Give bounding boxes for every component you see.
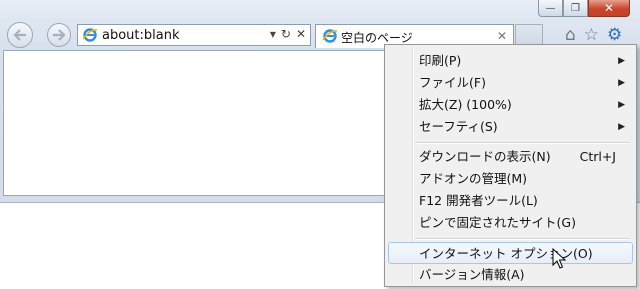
- menu-item-manage-addons[interactable]: アドオンの管理(M): [388, 168, 633, 190]
- close-window-button[interactable]: ✕: [588, 0, 630, 17]
- arrow-right-icon: [53, 29, 66, 41]
- menu-item-safety[interactable]: セーフティ(S) ▶: [388, 116, 633, 138]
- forward-button[interactable]: [47, 23, 71, 47]
- menu-item-label: ピンで固定されたサイト(G): [419, 215, 576, 230]
- menu-item-developer-tools[interactable]: F12 開発者ツール(L): [388, 190, 633, 212]
- menu-item-print[interactable]: 印刷(P) ▶: [388, 50, 633, 72]
- menu-item-label: インターネット オプション(O): [419, 246, 593, 261]
- refresh-icon[interactable]: ↻: [281, 27, 291, 41]
- home-icon[interactable]: ⌂: [565, 25, 576, 45]
- submenu-arrow-icon: ▶: [618, 56, 625, 66]
- tab-close-icon[interactable]: ✕: [497, 29, 507, 43]
- menu-item-shortcut: Ctrl+J: [579, 149, 616, 164]
- minimize-button[interactable]: —: [538, 0, 563, 17]
- stop-icon[interactable]: ✕: [296, 27, 306, 41]
- menu-item-file[interactable]: ファイル(F) ▶: [388, 72, 633, 94]
- menu-item-internet-options[interactable]: インターネット オプション(O): [388, 242, 633, 264]
- menu-item-zoom[interactable]: 拡大(Z) (100%) ▶: [388, 94, 633, 116]
- menu-item-label: アドオンの管理(M): [419, 171, 528, 186]
- submenu-arrow-icon: ▶: [618, 122, 625, 132]
- submenu-arrow-icon: ▶: [618, 78, 625, 88]
- menu-item-label: ファイル(F): [419, 75, 486, 90]
- submenu-arrow-icon: ▶: [618, 100, 625, 110]
- gear-icon[interactable]: ⚙: [607, 25, 622, 45]
- address-bar[interactable]: about:blank ▾ ↻ ✕: [77, 24, 311, 46]
- address-dropdown-icon[interactable]: ▾: [270, 27, 276, 41]
- maximize-button[interactable]: ❐: [563, 0, 588, 17]
- ie-logo-icon: [82, 28, 98, 42]
- menu-item-label: バージョン情報(A): [419, 267, 525, 282]
- favorites-star-icon[interactable]: ☆: [584, 25, 599, 45]
- menu-separator: [415, 238, 630, 240]
- menu-item-label: セーフティ(S): [419, 119, 498, 134]
- menu-item-label: 印刷(P): [419, 53, 462, 68]
- menu-item-about[interactable]: バージョン情報(A): [388, 264, 633, 286]
- ie-logo-icon: [322, 29, 338, 43]
- mouse-cursor-icon: [552, 248, 566, 269]
- address-url: about:blank: [102, 28, 180, 43]
- menu-separator: [415, 142, 630, 144]
- caption-buttons: — ❐ ✕: [538, 0, 630, 17]
- menu-item-view-downloads[interactable]: ダウンロードの表示(N) Ctrl+J: [388, 146, 633, 168]
- back-button[interactable]: [7, 22, 33, 48]
- tools-menu: 印刷(P) ▶ ファイル(F) ▶ 拡大(Z) (100%) ▶ セーフティ(S…: [384, 44, 637, 287]
- menu-item-label: ダウンロードの表示(N): [419, 149, 551, 164]
- arrow-left-icon: [13, 29, 26, 41]
- menu-item-pinned-sites[interactable]: ピンで固定されたサイト(G): [388, 212, 633, 234]
- menu-item-label: F12 開発者ツール(L): [419, 193, 538, 208]
- menu-item-label: 拡大(Z) (100%): [419, 97, 512, 112]
